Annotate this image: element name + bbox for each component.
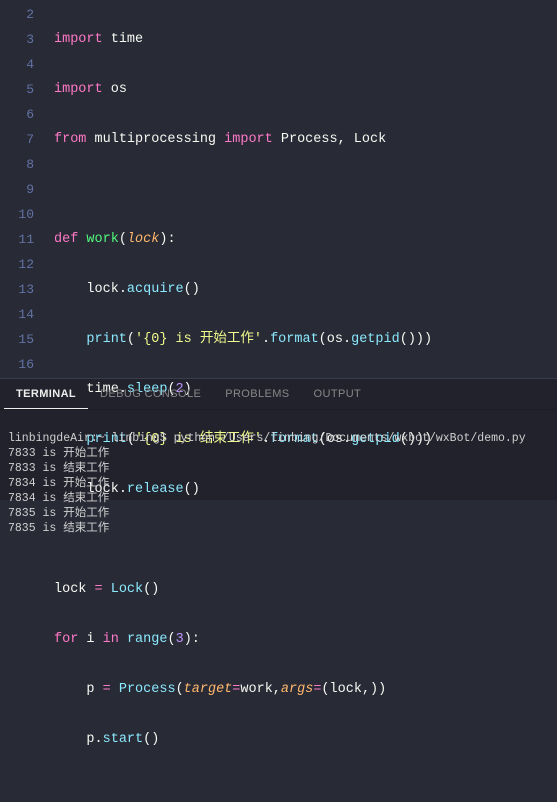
tab-terminal[interactable]: TERMINAL xyxy=(4,379,88,409)
code-line[interactable]: import os xyxy=(54,77,557,102)
terminal-command: python /Users/linbing/Documents/wxbot/wx… xyxy=(174,432,526,445)
line-number: 7 xyxy=(0,127,34,152)
code-line[interactable]: p.start() xyxy=(54,727,557,752)
code-line[interactable]: import time xyxy=(54,27,557,52)
terminal-output-line: 7835 is 结束工作 xyxy=(8,522,109,535)
terminal-output-line: 7833 is 开始工作 xyxy=(8,447,109,460)
tab-output[interactable]: OUTPUT xyxy=(302,379,374,409)
code-line[interactable]: for i in range(3): xyxy=(54,627,557,652)
line-number: 11 xyxy=(0,227,34,252)
code-line[interactable]: print('{0} is 开始工作'.format(os.getpid())) xyxy=(54,327,557,352)
line-number: 4 xyxy=(0,52,34,77)
code-line[interactable]: def work(lock): xyxy=(54,227,557,252)
line-number: 10 xyxy=(0,202,34,227)
terminal-output-line: 7835 is 开始工作 xyxy=(8,507,109,520)
tab-problems[interactable]: PROBLEMS xyxy=(213,379,301,409)
code-line[interactable]: lock.acquire() xyxy=(54,277,557,302)
line-number-gutter: 2 3 4 5 6 7 8 9 10 11 12 13 14 15 16 xyxy=(0,0,54,378)
line-number: 15 xyxy=(0,327,34,352)
line-number: 12 xyxy=(0,252,34,277)
code-area[interactable]: import time import os from multiprocessi… xyxy=(54,0,557,378)
terminal-prompt: linbingdeAir:~ linbing$ xyxy=(8,432,174,445)
code-line[interactable]: p = Process(target=work,args=(lock,)) xyxy=(54,677,557,702)
line-number: 5 xyxy=(0,77,34,102)
terminal-output-line: 7833 is 结束工作 xyxy=(8,462,109,475)
line-number: 13 xyxy=(0,277,34,302)
terminal-output-line: 7834 is 结束工作 xyxy=(8,492,109,505)
tab-debug-console[interactable]: DEBUG CONSOLE xyxy=(88,379,213,409)
line-number: 9 xyxy=(0,177,34,202)
line-number: 6 xyxy=(0,102,34,127)
code-line[interactable] xyxy=(54,527,557,552)
code-line[interactable]: from multiprocessing import Process, Loc… xyxy=(54,127,557,152)
code-line[interactable]: lock.release() xyxy=(54,477,557,502)
line-number: 8 xyxy=(0,152,34,177)
code-line[interactable]: lock = Lock() xyxy=(54,577,557,602)
code-line[interactable] xyxy=(54,177,557,202)
line-number: 16 xyxy=(0,352,34,377)
terminal-output-line: 7834 is 开始工作 xyxy=(8,477,109,490)
code-editor[interactable]: 2 3 4 5 6 7 8 9 10 11 12 13 14 15 16 imp… xyxy=(0,0,557,378)
line-number: 14 xyxy=(0,302,34,327)
line-number: 2 xyxy=(0,2,34,27)
line-number: 3 xyxy=(0,27,34,52)
